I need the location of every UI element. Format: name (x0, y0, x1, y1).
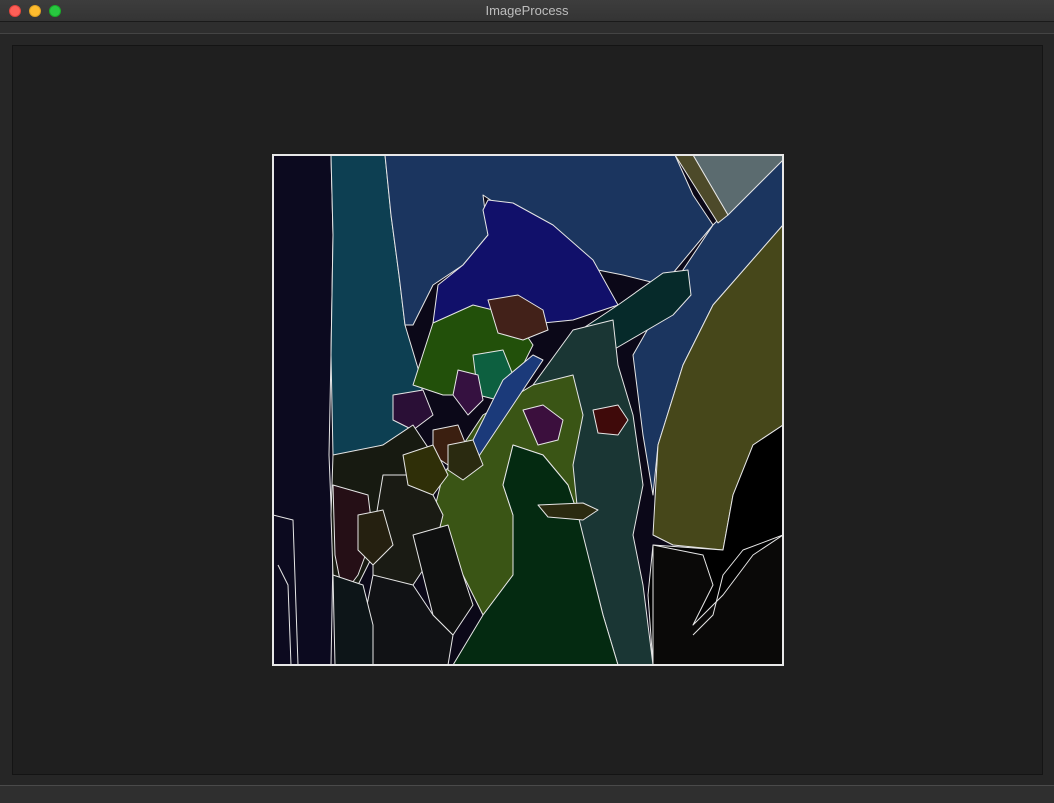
segmentation-image-svg (273, 155, 783, 665)
status-bar (0, 785, 1054, 803)
region-purple-b (452, 369, 484, 416)
title-bar[interactable]: ImageProcess (0, 0, 1054, 22)
window-title: ImageProcess (485, 3, 569, 18)
region-left-strip (273, 155, 334, 665)
segmented-image (272, 154, 784, 666)
region-feather-dark-f (332, 574, 374, 665)
toolbar-strip (0, 22, 1054, 34)
app-window: ImageProcess (0, 0, 1054, 803)
